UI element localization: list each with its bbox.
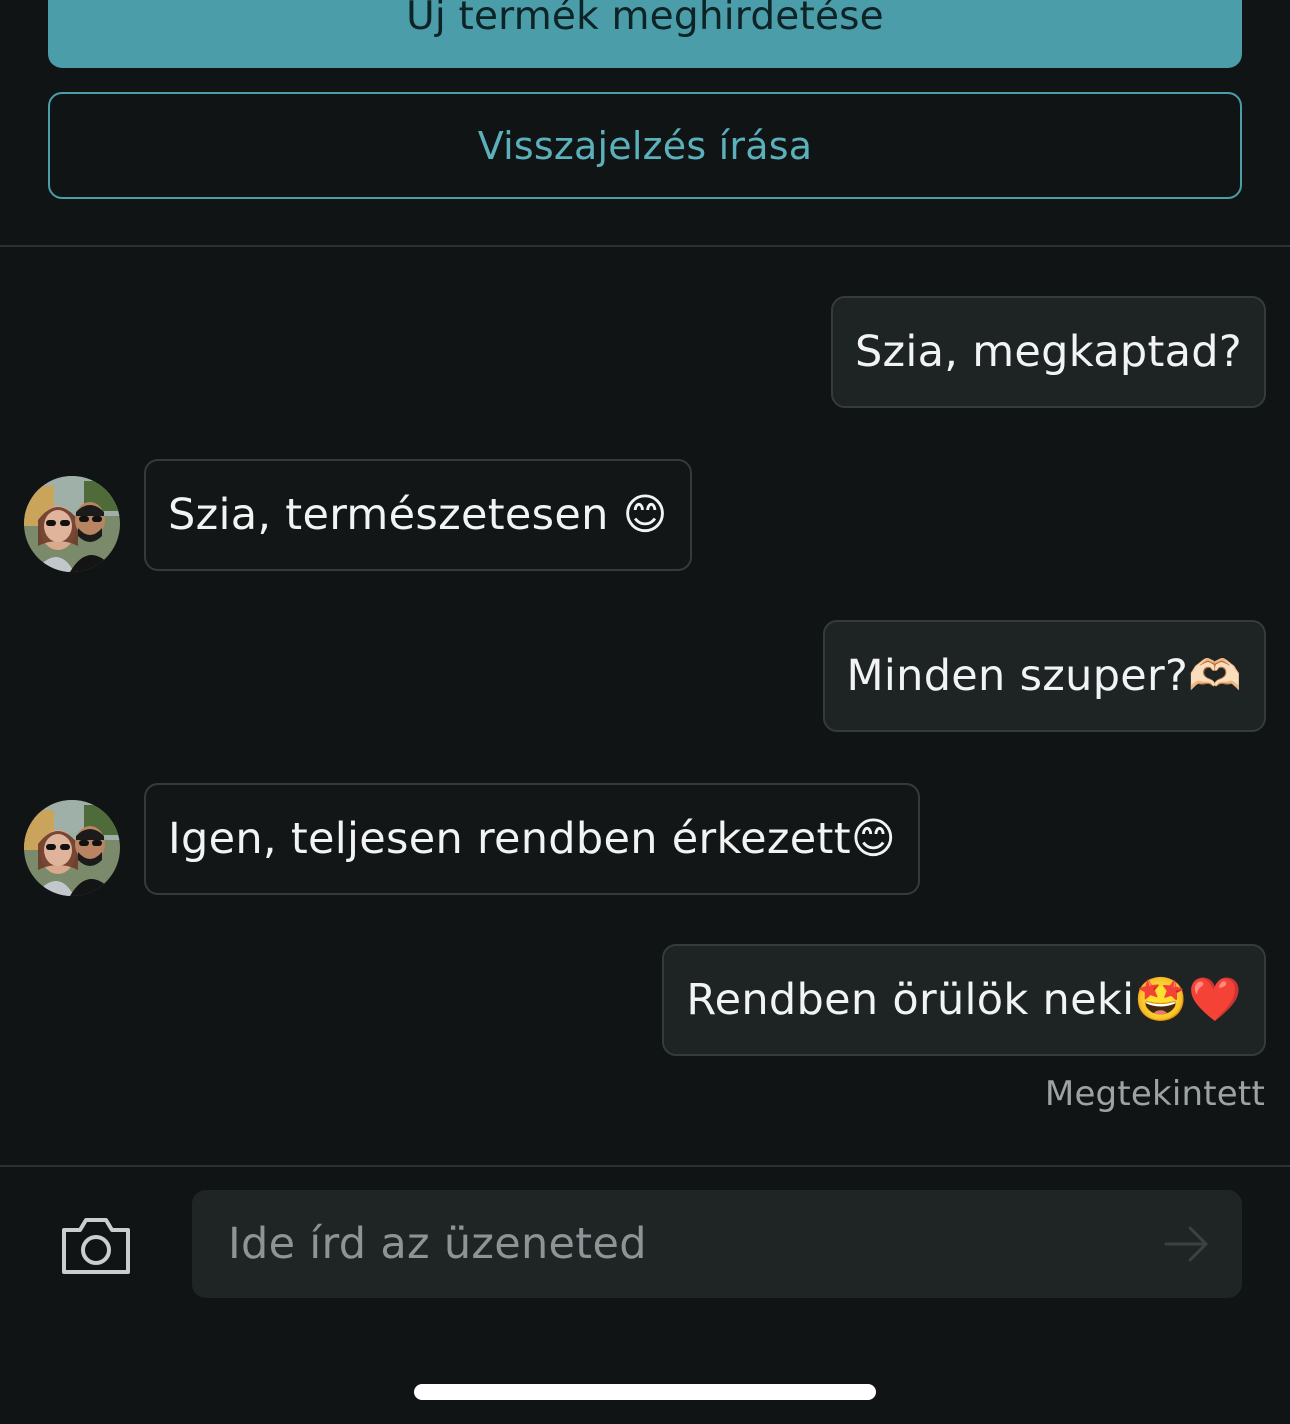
new-listing-button[interactable]: Új termék meghirdetése xyxy=(48,0,1242,68)
contact-avatar[interactable] xyxy=(24,800,120,896)
seen-status: Megtekintett xyxy=(1044,1074,1265,1114)
contact-avatar[interactable] xyxy=(24,476,120,572)
arrow-right-icon[interactable] xyxy=(1162,1223,1212,1265)
message-bubble-outgoing: Minden szuper?🫶🏻 xyxy=(822,620,1266,732)
write-feedback-button[interactable]: Visszajelzés írása xyxy=(48,92,1242,199)
message-bubble-incoming: Igen, teljesen rendben érkezett😊 xyxy=(144,783,921,895)
message-bubble-outgoing: Rendben örülök neki🤩❤️ xyxy=(662,944,1266,1056)
home-indicator[interactable] xyxy=(414,1384,876,1400)
composer-divider xyxy=(0,1165,1290,1167)
message-composer[interactable] xyxy=(192,1190,1242,1298)
message-bubble-incoming: Szia, természetesen 😊 xyxy=(144,459,692,571)
message-input[interactable] xyxy=(226,1218,1130,1270)
message-bubble-outgoing: Szia, megkaptad? xyxy=(830,296,1266,408)
camera-icon[interactable] xyxy=(60,1214,132,1276)
header-divider xyxy=(0,245,1290,247)
